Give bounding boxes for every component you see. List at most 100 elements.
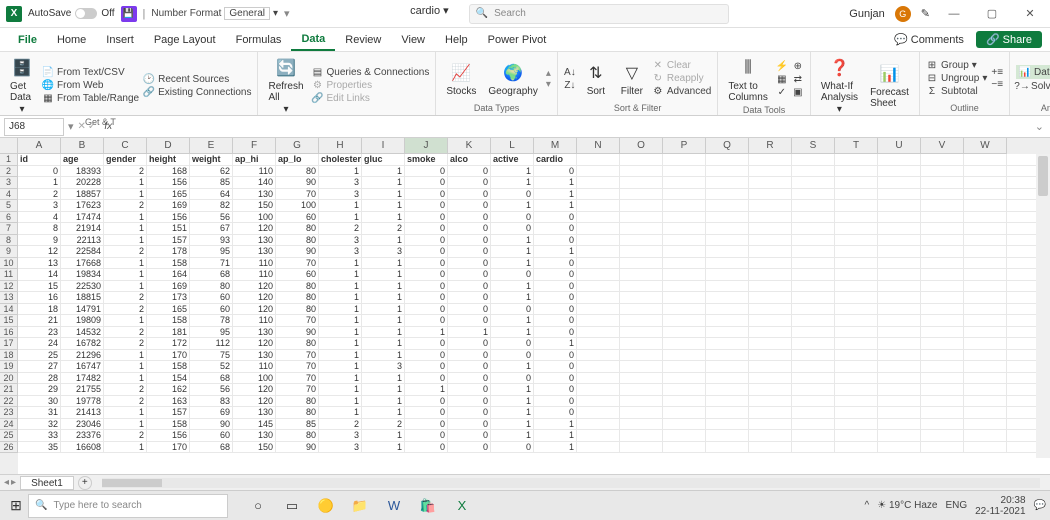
cell[interactable]: 1 — [362, 200, 405, 211]
tab-insert[interactable]: Insert — [96, 28, 144, 51]
sheet-nav-prev-icon[interactable]: ◂ — [4, 477, 9, 488]
cell[interactable]: 32 — [18, 419, 61, 430]
cell[interactable]: 178 — [147, 246, 190, 257]
cell[interactable] — [620, 281, 663, 292]
cell[interactable] — [706, 304, 749, 315]
cell[interactable]: 1 — [534, 189, 577, 200]
cell[interactable] — [835, 396, 878, 407]
cell[interactable] — [921, 304, 964, 315]
cell[interactable] — [921, 315, 964, 326]
cell[interactable]: 130 — [233, 327, 276, 338]
cell[interactable]: 0 — [491, 338, 534, 349]
cell[interactable] — [921, 419, 964, 430]
cell[interactable] — [577, 154, 620, 165]
cell[interactable]: 93 — [190, 235, 233, 246]
weather-widget[interactable]: ☀ 19°C Haze — [877, 500, 937, 511]
cell[interactable]: 16747 — [61, 361, 104, 372]
cell[interactable]: 151 — [147, 223, 190, 234]
cell[interactable]: 1 — [104, 315, 147, 326]
cell[interactable] — [921, 212, 964, 223]
cell[interactable] — [964, 269, 1007, 280]
cell[interactable]: 1 — [104, 407, 147, 418]
cell[interactable]: 1 — [319, 281, 362, 292]
column-header[interactable]: H — [319, 138, 362, 154]
consolidate-button[interactable]: ⊕ — [792, 61, 804, 73]
cell[interactable]: 80 — [276, 281, 319, 292]
cell[interactable]: 2 — [104, 292, 147, 303]
cell[interactable] — [835, 292, 878, 303]
cell[interactable]: 70 — [276, 350, 319, 361]
cell[interactable] — [706, 292, 749, 303]
cell[interactable]: 0 — [534, 292, 577, 303]
cell[interactable]: 52 — [190, 361, 233, 372]
cell[interactable] — [921, 281, 964, 292]
cell[interactable]: 2 — [104, 384, 147, 395]
cell[interactable] — [792, 361, 835, 372]
cell[interactable]: 0 — [405, 235, 448, 246]
cell[interactable] — [878, 327, 921, 338]
cell[interactable]: 1 — [491, 177, 534, 188]
cell[interactable] — [663, 258, 706, 269]
tab-home[interactable]: Home — [47, 28, 96, 51]
cell[interactable] — [749, 442, 792, 453]
cell[interactable]: 110 — [233, 315, 276, 326]
cell[interactable]: 80 — [276, 430, 319, 441]
refresh-all-button[interactable]: 🔄 Refresh All▾ — [264, 54, 307, 117]
cell[interactable] — [835, 373, 878, 384]
cell[interactable] — [663, 200, 706, 211]
cell[interactable]: age — [61, 154, 104, 165]
cell[interactable]: 0 — [491, 373, 534, 384]
cell[interactable]: 130 — [233, 430, 276, 441]
cell[interactable]: 95 — [190, 327, 233, 338]
cell[interactable]: 80 — [276, 304, 319, 315]
cell[interactable] — [620, 246, 663, 257]
cell[interactable] — [620, 269, 663, 280]
cell[interactable]: 0 — [448, 350, 491, 361]
cell[interactable] — [792, 327, 835, 338]
cell[interactable]: 0 — [534, 361, 577, 372]
cell[interactable] — [792, 258, 835, 269]
row-header[interactable]: 24 — [0, 419, 18, 431]
cell[interactable]: 23 — [18, 327, 61, 338]
cell[interactable]: 2 — [18, 189, 61, 200]
cell[interactable] — [792, 281, 835, 292]
cell[interactable]: 14532 — [61, 327, 104, 338]
cell[interactable] — [792, 373, 835, 384]
cell[interactable]: 2 — [104, 430, 147, 441]
tab-power-pivot[interactable]: Power Pivot — [478, 28, 557, 51]
cell[interactable]: 0 — [405, 430, 448, 441]
select-all-corner[interactable] — [0, 138, 18, 154]
cell[interactable] — [663, 212, 706, 223]
cortana-icon[interactable]: ○ — [248, 496, 268, 516]
cell[interactable]: id — [18, 154, 61, 165]
cell[interactable] — [964, 338, 1007, 349]
cell[interactable]: 1 — [104, 235, 147, 246]
cell[interactable]: 29 — [18, 384, 61, 395]
cell[interactable] — [964, 200, 1007, 211]
cell[interactable] — [663, 304, 706, 315]
cell[interactable] — [749, 246, 792, 257]
cell[interactable] — [964, 154, 1007, 165]
row-header[interactable]: 5 — [0, 200, 18, 212]
cell[interactable] — [620, 189, 663, 200]
cell[interactable]: 0 — [448, 200, 491, 211]
cell[interactable] — [835, 361, 878, 372]
relationships-button[interactable]: ⇄ — [792, 74, 804, 86]
cell[interactable]: 1 — [362, 442, 405, 453]
cell[interactable]: 1 — [104, 281, 147, 292]
cell[interactable] — [878, 419, 921, 430]
cell[interactable]: 1 — [491, 235, 534, 246]
cell[interactable] — [964, 361, 1007, 372]
row-header[interactable]: 21 — [0, 384, 18, 396]
cell[interactable] — [835, 177, 878, 188]
cell[interactable]: 71 — [190, 258, 233, 269]
cell[interactable]: 1 — [362, 281, 405, 292]
expand-formula-icon[interactable]: ⌄ — [1029, 120, 1050, 133]
cell[interactable]: cholesterol — [319, 154, 362, 165]
row-header[interactable]: 25 — [0, 430, 18, 442]
cell[interactable]: 1 — [491, 200, 534, 211]
cell[interactable]: 1 — [319, 166, 362, 177]
cell[interactable] — [577, 384, 620, 395]
cell[interactable]: 130 — [233, 350, 276, 361]
cell[interactable] — [835, 327, 878, 338]
